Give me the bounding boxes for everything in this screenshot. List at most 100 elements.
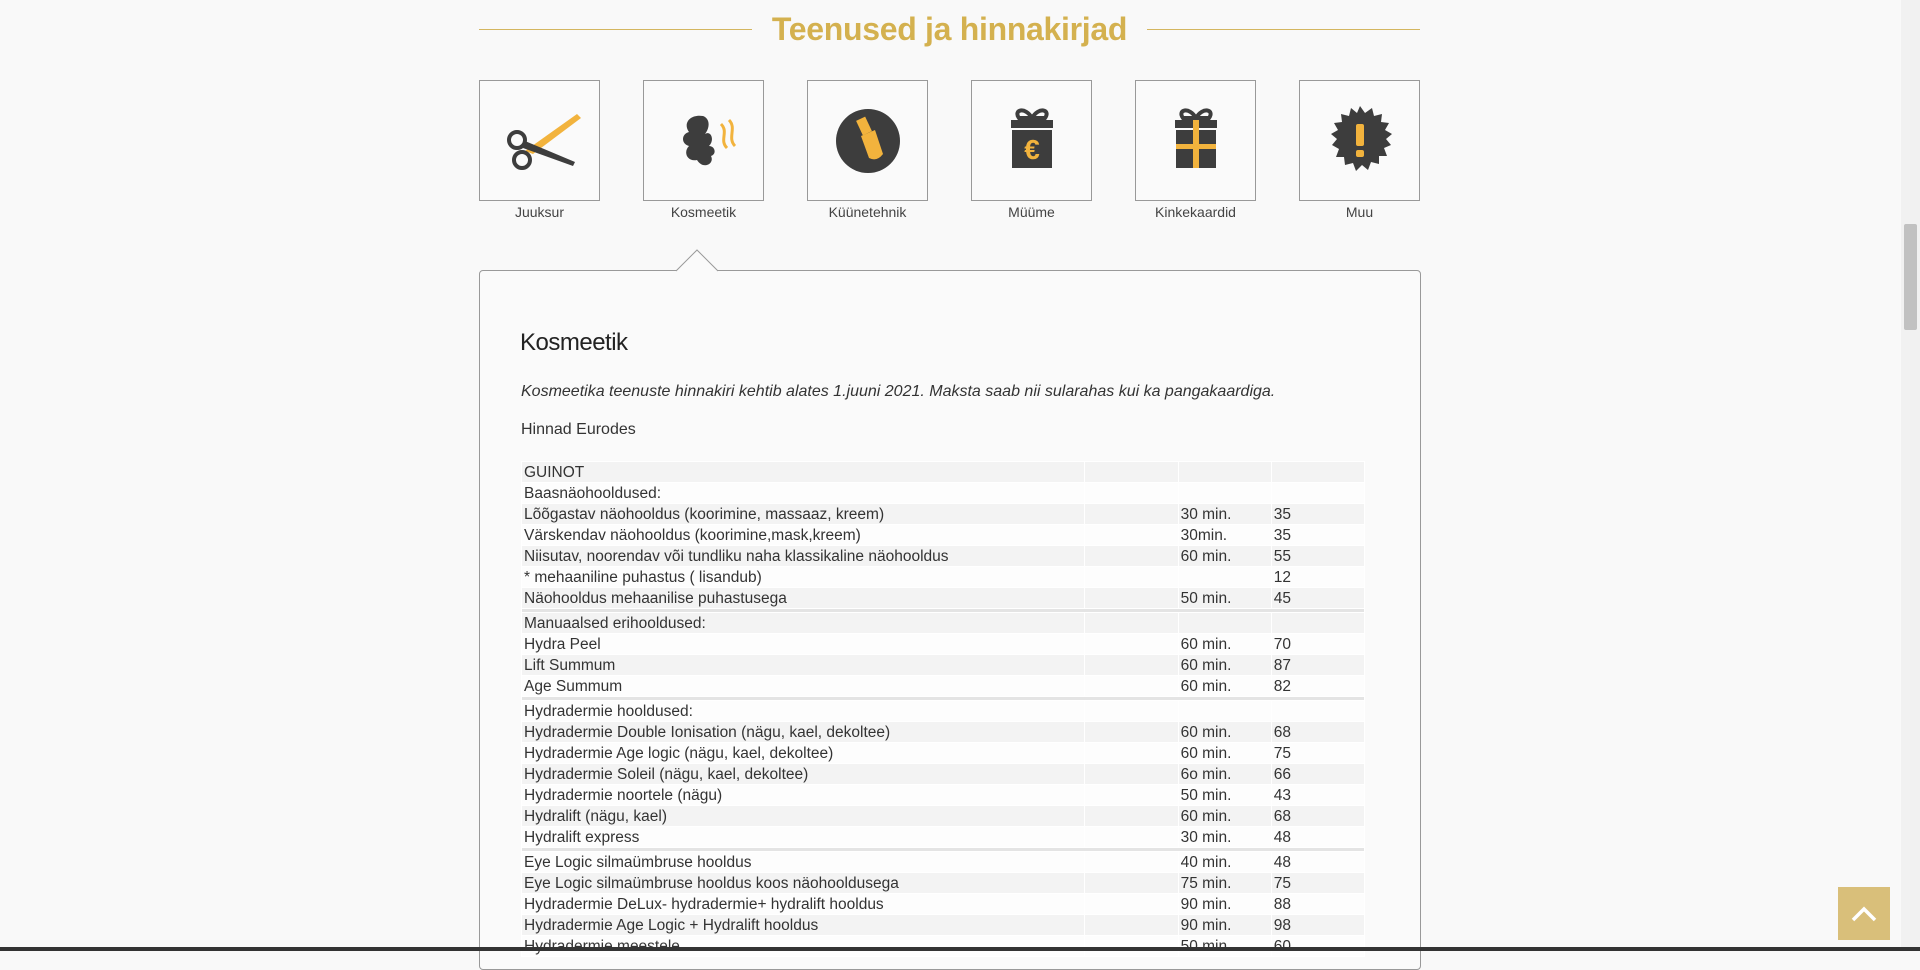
tab-kuunetehnik[interactable] [807, 80, 928, 201]
table-spacer-cell [1084, 851, 1179, 873]
service-price [1270, 612, 1366, 634]
service-price: 88 [1270, 893, 1366, 915]
table-spacer-cell [1084, 721, 1179, 743]
service-name: * mehaaniline puhastus ( lisandub) [520, 566, 1086, 588]
service-name: Hydradermie meestele [520, 935, 1086, 957]
table-row: Hydra Peel 60 min. 70 [520, 633, 1366, 655]
table-spacer-cell [1084, 935, 1179, 957]
table-spacer-cell [1084, 763, 1179, 785]
tab-kinkekaardid[interactable] [1135, 80, 1256, 201]
scrollbar-thumb[interactable] [1904, 224, 1917, 330]
table-spacer-cell [1084, 612, 1179, 634]
service-duration: 60 min. [1177, 721, 1272, 743]
table-row: Värskendav näohooldus (koorimine,mask,kr… [520, 524, 1366, 546]
service-name: Lõõgastav näohooldus (koorimine, massaaz… [520, 503, 1086, 525]
service-duration: 60 min. [1177, 742, 1272, 764]
bottom-edge [0, 947, 1920, 951]
service-name: Näohooldus mehaanilise puhastusega [520, 587, 1086, 609]
table-spacer-cell [1084, 587, 1179, 609]
table-spacer-cell [1084, 826, 1179, 848]
service-price: 35 [1270, 524, 1366, 546]
table-row: Hydradermie meestele 50 min. 60 [520, 935, 1366, 957]
tab-label-kuunetehnik: Küünetehnik [828, 204, 907, 220]
service-price: 68 [1270, 805, 1366, 827]
table-row: Hydralift express 30 min. 48 [520, 826, 1366, 848]
heading-line-right [1147, 28, 1420, 30]
service-duration: 90 min. [1177, 914, 1272, 936]
table-spacer-cell [1084, 503, 1179, 525]
service-duration [1177, 566, 1272, 588]
heading-line-left [479, 28, 752, 30]
tab-label-kinkekaardid: Kinkekaardid [1155, 204, 1236, 220]
currency-note: Hinnad Eurodes [521, 421, 636, 438]
service-duration: 50 min. [1177, 587, 1272, 609]
gift-euro-icon: € [1010, 108, 1053, 168]
service-name: Hydra Peel [520, 633, 1086, 655]
tab-label-kosmeetik: Kosmeetik [670, 204, 737, 220]
service-price: 12 [1270, 566, 1366, 588]
service-price: 43 [1270, 784, 1366, 806]
table-spacer-cell [1084, 914, 1179, 936]
service-name: Hydralift express [520, 826, 1086, 848]
table-row: Hydradermie Age Logic + Hydralift hooldu… [520, 914, 1366, 936]
table-spacer-cell [1084, 545, 1179, 567]
table-row: Hydradermie hooldused: [520, 700, 1366, 722]
table-spacer-cell [1084, 675, 1179, 697]
table-row: * mehaaniline puhastus ( lisandub) 12 [520, 566, 1366, 588]
service-price: 68 [1270, 721, 1366, 743]
service-duration: 60 min. [1177, 633, 1272, 655]
tab-muume[interactable]: € [971, 80, 1092, 201]
table-row: GUINOT [520, 461, 1366, 483]
service-name: Eye Logic silmaümbruse hooldus koos näoh… [520, 872, 1086, 894]
table-spacer-cell [1084, 872, 1179, 894]
table-row: Eye Logic silmaümbruse hooldus koos näoh… [520, 872, 1366, 894]
service-price [1270, 700, 1366, 722]
service-name: Värskendav näohooldus (koorimine,mask,kr… [520, 524, 1086, 546]
service-name: Hydradermie Age Logic + Hydralift hooldu… [520, 914, 1086, 936]
service-name: Hydradermie Soleil (nägu, kael, dekoltee… [520, 763, 1086, 785]
table-row: Hydradermie Age logic (nägu, kael, dekol… [520, 742, 1366, 764]
service-price: 87 [1270, 654, 1366, 676]
table-row: Eye Logic silmaümbruse hooldus 40 min. 48 [520, 851, 1366, 873]
service-duration: 50 min. [1177, 935, 1272, 957]
tab-kosmeetik[interactable] [643, 80, 764, 201]
table-spacer-cell [1084, 893, 1179, 915]
service-name: Niisutav, noorendav või tundliku naha kl… [520, 545, 1086, 567]
page-scrollbar[interactable] [1901, 0, 1920, 951]
service-price: 60 [1270, 935, 1366, 957]
face-steam-icon [682, 115, 736, 165]
service-duration: 60 min. [1177, 675, 1272, 697]
service-duration [1177, 700, 1272, 722]
service-duration: 40 min. [1177, 851, 1272, 873]
service-duration: 75 min. [1177, 872, 1272, 894]
table-spacer-cell [1084, 654, 1179, 676]
service-price: 48 [1270, 826, 1366, 848]
tab-muu[interactable] [1299, 80, 1420, 201]
service-duration: 60 min. [1177, 545, 1272, 567]
service-duration [1177, 612, 1272, 634]
service-name: Eye Logic silmaümbruse hooldus [520, 851, 1086, 873]
nail-polish-icon [835, 108, 900, 173]
service-price: 35 [1270, 503, 1366, 525]
service-duration [1177, 461, 1272, 483]
table-row: Lift Summum 60 min. 87 [520, 654, 1366, 676]
tab-juuksur[interactable] [479, 80, 600, 201]
table-row: Lõõgastav näohooldus (koorimine, massaaz… [520, 503, 1366, 525]
table-row: Hydradermie noortele (nägu) 50 min. 43 [520, 784, 1366, 806]
table-row: Baasnäohooldused: [520, 482, 1366, 504]
table-row: Age Summum 60 min. 82 [520, 675, 1366, 697]
service-price: 70 [1270, 633, 1366, 655]
service-name: Hydralift (nägu, kael) [520, 805, 1086, 827]
back-to-top-button[interactable] [1838, 887, 1890, 940]
service-name: GUINOT [520, 461, 1086, 483]
table-spacer-cell [1084, 784, 1179, 806]
service-duration [1177, 482, 1272, 504]
scissors-icon [506, 113, 581, 170]
service-name: Hydradermie DeLux- hydradermie+ hydralif… [520, 893, 1086, 915]
service-name: Hydradermie hooldused: [520, 700, 1086, 722]
panel-intro: Kosmeetika teenuste hinnakiri kehtib ala… [521, 383, 1276, 400]
table-spacer-cell [1084, 482, 1179, 504]
service-price: 75 [1270, 742, 1366, 764]
table-row: Hydradermie Soleil (nägu, kael, dekoltee… [520, 763, 1366, 785]
panel-title: Kosmeetik [520, 329, 628, 356]
